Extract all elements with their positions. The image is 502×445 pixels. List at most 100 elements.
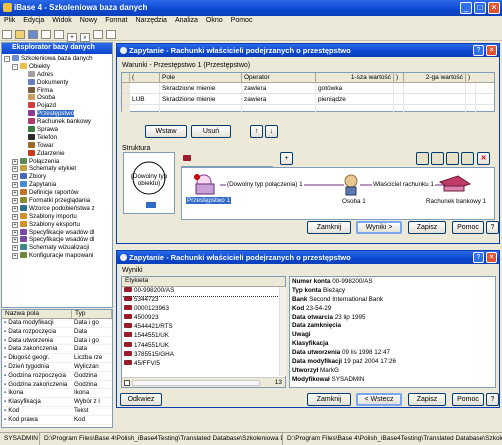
expand-icon[interactable]: + bbox=[12, 229, 18, 236]
result-item[interactable]: 00-998200/AS bbox=[122, 287, 285, 298]
tree-item[interactable]: Zdarzenie bbox=[4, 149, 110, 158]
deselect-button[interactable]: Odkwiez bbox=[120, 393, 162, 406]
menu-widok[interactable]: Widok bbox=[48, 16, 75, 24]
back-button[interactable]: < Wstecz bbox=[356, 393, 402, 406]
result-item[interactable]: 1744551/UK bbox=[122, 341, 285, 351]
help-pointer-icon[interactable]: ? bbox=[486, 393, 499, 406]
delete-button[interactable]: Usuń bbox=[191, 125, 231, 138]
tree-item[interactable]: + Zbiory bbox=[4, 173, 110, 181]
collapse-icon[interactable]: - bbox=[12, 63, 18, 70]
field-row[interactable]: ▪ Długość geogr. Liczba rze bbox=[2, 354, 112, 363]
diagram-person-label[interactable]: Osoba 1 bbox=[342, 198, 366, 205]
maximize-icon[interactable]: □ bbox=[474, 2, 486, 14]
expand-icon[interactable]: + bbox=[12, 158, 18, 165]
expand-icon[interactable]: + bbox=[12, 213, 18, 220]
tree-item[interactable]: + Schematy wizualizacji bbox=[4, 244, 110, 252]
close-icon[interactable]: ✕ bbox=[486, 45, 497, 56]
condition-cell[interactable] bbox=[394, 83, 404, 93]
minimize-icon[interactable]: _ bbox=[460, 2, 472, 14]
condition-row[interactable] bbox=[122, 105, 494, 116]
tree-item[interactable]: + Konfiguracje mapowani bbox=[4, 252, 110, 260]
result-item[interactable]: 1544551/UK bbox=[122, 332, 285, 341]
tree-item[interactable]: Towar bbox=[4, 141, 110, 150]
tree-item[interactable]: + Szablony eksportu bbox=[4, 220, 110, 229]
condition-cell[interactable]: Skradzione mienie bbox=[160, 83, 242, 93]
move-down-button[interactable]: ↓ bbox=[265, 125, 278, 138]
header-type[interactable]: Typ bbox=[72, 310, 112, 318]
condition-cell[interactable]: pieniądze bbox=[316, 94, 394, 104]
condition-cell[interactable]: gotówka bbox=[316, 83, 394, 93]
help-pointer-icon[interactable]: ? bbox=[486, 221, 499, 234]
insert-button[interactable]: Wstaw bbox=[145, 125, 187, 138]
close-icon[interactable]: ✕ bbox=[486, 252, 497, 263]
field-row[interactable]: ▪ Ikona Ikona bbox=[2, 389, 112, 399]
expand-icon[interactable]: + bbox=[12, 166, 18, 173]
condition-cell[interactable] bbox=[122, 83, 130, 93]
expand-icon[interactable]: + bbox=[12, 237, 18, 244]
help-icon[interactable]: ? bbox=[473, 45, 484, 56]
condition-cell[interactable] bbox=[394, 94, 404, 104]
field-row[interactable]: ▪ Godzina zakończenia Godzina bbox=[2, 381, 112, 390]
condition-cell[interactable] bbox=[466, 105, 476, 115]
condition-cell[interactable]: zawiera bbox=[242, 83, 316, 93]
tree-item[interactable]: + Specyfikacje wsadów dl bbox=[4, 228, 110, 237]
condition-cell[interactable] bbox=[404, 83, 466, 93]
link-icon[interactable] bbox=[106, 30, 116, 39]
menu-narzedzia[interactable]: Narzędzia bbox=[131, 16, 171, 24]
condition-cell[interactable] bbox=[466, 83, 476, 93]
expand-icon[interactable]: + bbox=[12, 198, 18, 205]
condition-cell[interactable] bbox=[122, 94, 130, 104]
results-list-header[interactable]: Etykieta bbox=[122, 277, 285, 287]
close-icon[interactable]: ✕ bbox=[488, 2, 500, 14]
field-row[interactable]: ▪ Data zakończenia Data bbox=[2, 345, 112, 355]
tree-item[interactable]: + Schematy etykiet bbox=[4, 165, 110, 173]
tree-item[interactable]: + Zapytania bbox=[4, 181, 110, 189]
field-row[interactable]: ▪ Dzień tygodnia Wyliczan bbox=[2, 363, 112, 372]
new-icon[interactable] bbox=[2, 30, 12, 39]
diagram-account-label[interactable]: Rachunek bankowy 1 bbox=[426, 198, 486, 205]
condition-cell[interactable]: Skradzione mienie bbox=[160, 94, 242, 104]
tree-item[interactable]: Pojazd bbox=[4, 102, 110, 110]
horizontal-scrollbar[interactable] bbox=[132, 380, 260, 386]
result-item[interactable]: 45/FFV/5 bbox=[122, 359, 285, 369]
condition-cell[interactable] bbox=[122, 105, 130, 115]
open-icon[interactable] bbox=[15, 30, 25, 39]
condition-cell[interactable] bbox=[130, 83, 160, 93]
print-icon[interactable] bbox=[41, 30, 51, 39]
collapse-icon[interactable]: - bbox=[4, 56, 10, 62]
header-field-name[interactable]: Nazwa pola bbox=[2, 310, 72, 318]
field-row[interactable]: ▪ Data modyfikacji Data i go bbox=[2, 319, 112, 328]
expand-icon[interactable]: + bbox=[12, 190, 18, 197]
diagram-link2-label[interactable]: Właściciel rachunku 1 bbox=[372, 181, 435, 188]
condition-cell[interactable] bbox=[316, 105, 394, 115]
object-type-box[interactable]: (Dowolny typ obiektu) bbox=[123, 152, 175, 214]
chart-icon[interactable] bbox=[93, 30, 103, 39]
condition-cell[interactable] bbox=[466, 94, 476, 104]
condition-cell[interactable] bbox=[242, 105, 316, 115]
diagram-link1-label[interactable]: (Dowolny typ połączenia) 1 bbox=[226, 181, 304, 188]
layout-icon[interactable] bbox=[416, 152, 429, 165]
arrange-icon[interactable] bbox=[431, 152, 444, 165]
menu-plik[interactable]: Plik bbox=[0, 16, 19, 24]
tree-item[interactable]: Rachunek bankowy bbox=[4, 118, 110, 126]
result-item[interactable]: 3785515/GHA bbox=[122, 350, 285, 360]
tree-item[interactable]: Firma bbox=[4, 86, 110, 95]
expand-icon[interactable]: + bbox=[12, 205, 18, 212]
tree-item[interactable]: + Formatki przeglądania bbox=[4, 197, 110, 205]
field-row[interactable]: ▪ Data utworzenia Data i go bbox=[2, 337, 112, 346]
diagram-crime-label[interactable]: Przestępstwo 1 bbox=[186, 197, 232, 204]
menu-okno[interactable]: Okno bbox=[202, 16, 227, 24]
preview-icon[interactable] bbox=[54, 30, 64, 39]
result-item[interactable]: 4500923 bbox=[122, 314, 285, 323]
tree-item[interactable]: Adres bbox=[4, 70, 110, 79]
condition-cell[interactable] bbox=[130, 105, 160, 115]
help-button[interactable]: Pomoc bbox=[452, 393, 484, 406]
condition-cell[interactable] bbox=[404, 94, 466, 104]
menu-format[interactable]: Format bbox=[101, 16, 131, 24]
filter-icon[interactable] bbox=[446, 152, 459, 165]
results-scrollbar[interactable] bbox=[279, 287, 286, 376]
add-icon[interactable]: + bbox=[67, 33, 77, 42]
results-button[interactable]: Wyniki > bbox=[356, 221, 402, 234]
tree-item[interactable]: Sprawa bbox=[4, 126, 110, 134]
field-row[interactable]: ▪ Godzina rozpoczęcia Godzina bbox=[2, 372, 112, 381]
